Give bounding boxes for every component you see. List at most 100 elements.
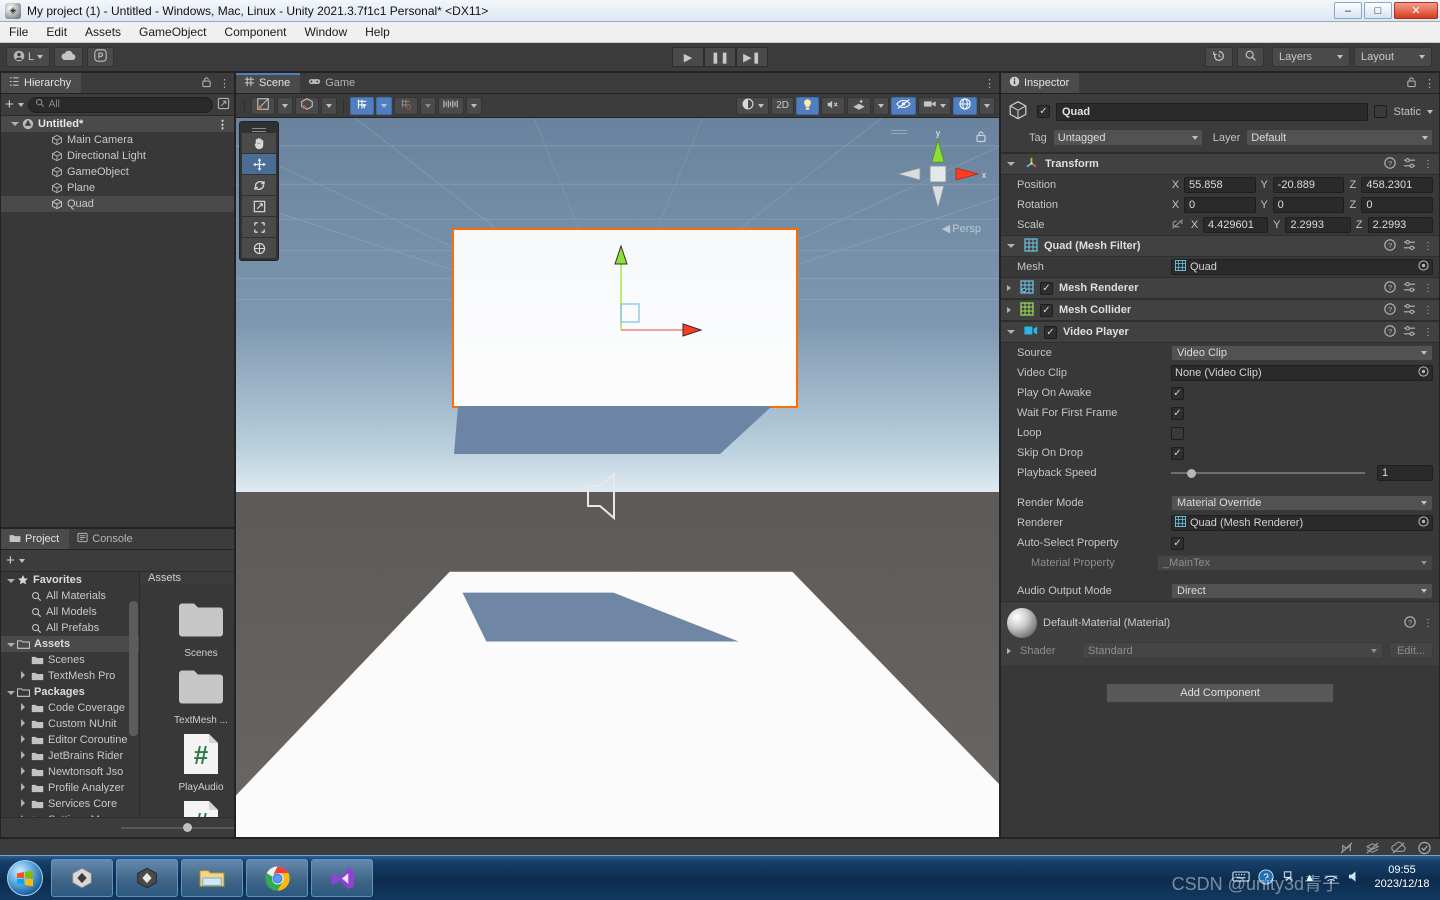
play-button[interactable]: ▶ (672, 47, 704, 67)
project-tree-item[interactable]: JetBrains Rider (1, 748, 139, 764)
gizmo-drag-handle[interactable] (891, 130, 907, 131)
gizmo-persp-label[interactable]: ◀ Persp (942, 222, 981, 235)
menu-item-file[interactable]: File (0, 23, 37, 41)
account-button[interactable]: L (6, 47, 51, 67)
taskbar-file-explorer[interactable] (181, 859, 243, 897)
taskbar-unity-editor[interactable] (116, 859, 178, 897)
taskbar-clock[interactable]: 09:55 2023/12/18 (1370, 864, 1434, 892)
gizmos-button[interactable] (953, 96, 977, 115)
constrain-proportions-off-icon[interactable] (1171, 218, 1184, 233)
chevron-down-icon[interactable] (18, 558, 25, 563)
mesh-collider-enabled-checkbox[interactable]: ✓ (1040, 303, 1053, 317)
hidden-objects-button[interactable] (891, 96, 916, 115)
tools-drag-handle[interactable] (242, 124, 276, 132)
component-header-video-player[interactable]: ✓ Video Player ? ⋮ (1001, 321, 1439, 343)
gizmo-lock-icon[interactable] (975, 130, 987, 146)
preset-icon[interactable] (1403, 281, 1416, 296)
shading-mode-button[interactable] (295, 96, 319, 115)
tab-console[interactable]: Console (69, 529, 142, 549)
ruler-button[interactable] (438, 96, 464, 115)
kebab-menu-icon[interactable]: ⋮ (219, 77, 230, 90)
menu-item-window[interactable]: Window (295, 23, 356, 41)
kebab-menu-icon[interactable]: ⋮ (984, 77, 995, 90)
kebab-menu-icon[interactable]: ⋮ (1424, 77, 1435, 90)
chevron-down-icon[interactable] (7, 574, 17, 586)
chevron-down-icon[interactable] (1007, 244, 1015, 248)
wait-first-frame-checkbox[interactable]: ✓ (1171, 406, 1184, 420)
chevron-right-icon[interactable] (21, 702, 31, 714)
scene-camera-button[interactable] (918, 96, 951, 115)
position-x-input[interactable]: 55.858 (1184, 177, 1256, 193)
component-actions[interactable]: ? ⋮ (1384, 280, 1433, 296)
skip-on-drop-checkbox[interactable]: ✓ (1171, 446, 1184, 460)
object-picker-icon[interactable] (1418, 516, 1429, 530)
chevron-right-icon[interactable] (21, 782, 31, 794)
scale-tool-button[interactable] (242, 196, 276, 216)
component-header-mesh-collider[interactable]: ✓ Mesh Collider ? ⋮ (1001, 299, 1439, 321)
close-button[interactable]: ✕ (1394, 2, 1438, 19)
grid-dropdown[interactable] (376, 96, 392, 115)
transform-tool-button[interactable] (242, 238, 276, 258)
gizmos-dropdown[interactable] (979, 96, 995, 115)
edit-shader-button[interactable]: Edit... (1389, 642, 1433, 659)
chevron-right-icon[interactable] (21, 750, 31, 762)
taskbar-unity-hub[interactable] (51, 859, 113, 897)
draw-mode-dropdown[interactable] (277, 96, 293, 115)
layout-dropdown[interactable]: Layout (1354, 47, 1432, 67)
scale-x-input[interactable]: 4.429601 (1203, 217, 1269, 233)
layers-dropdown[interactable]: Layers (1272, 47, 1350, 67)
tab-project[interactable]: Project (1, 529, 70, 549)
video-source-dropdown[interactable]: Video Clip (1171, 345, 1433, 361)
tab-scene[interactable]: Scene (236, 73, 301, 93)
rotation-y-input[interactable]: 0 (1272, 197, 1345, 213)
component-actions[interactable]: ? ⋮ (1384, 238, 1433, 254)
scene-lighting-toggle-button[interactable] (736, 96, 770, 115)
asset-zoom-slider[interactable] (121, 822, 234, 832)
renderer-object-field[interactable]: Quad (Mesh Renderer) (1171, 515, 1433, 531)
static-checkbox[interactable]: ✓ (1374, 105, 1388, 118)
project-tree-item[interactable]: Assets (1, 636, 139, 652)
preset-icon[interactable] (1403, 303, 1416, 318)
object-picker-icon[interactable] (1418, 260, 1429, 274)
grid-visibility-button[interactable] (350, 96, 374, 115)
component-actions[interactable]: ? ⋮ (1384, 156, 1433, 172)
help-icon[interactable]: ? (1384, 280, 1396, 296)
project-tree-item[interactable]: Custom NUnit (1, 716, 139, 732)
chevron-down-icon[interactable] (17, 102, 24, 107)
project-tree-item[interactable]: All Models (1, 604, 139, 620)
project-add-button[interactable]: + (6, 553, 15, 568)
scene-lighting-button[interactable] (796, 96, 819, 115)
show-hidden-icons-icon[interactable]: ▲ (1304, 872, 1315, 884)
project-tree-item[interactable]: All Prefabs (1, 620, 139, 636)
help-icon[interactable]: ? (1258, 868, 1274, 888)
audio-output-mode-dropdown[interactable]: Direct (1171, 583, 1433, 599)
scene-fx-button[interactable] (847, 96, 871, 115)
project-tree-item[interactable]: Packages (1, 684, 139, 700)
play-controls[interactable]: ▶ ❚❚ ▶❚ (672, 47, 768, 67)
move-tool-button[interactable] (242, 154, 276, 174)
minimize-button[interactable]: – (1334, 2, 1362, 19)
auto-select-property-checkbox[interactable]: ✓ (1171, 536, 1184, 550)
slider-knob[interactable] (183, 822, 193, 832)
kebab-menu-icon[interactable]: ⋮ (1423, 305, 1433, 316)
asset-item[interactable]: #PlayVideo (168, 799, 234, 817)
object-name-input[interactable]: Quad (1056, 102, 1369, 121)
kebab-menu-icon[interactable]: ⋮ (1423, 327, 1433, 338)
video-player-enabled-checkbox[interactable]: ✓ (1044, 325, 1057, 339)
hierarchy-search-input[interactable]: All (27, 96, 213, 113)
chevron-right-icon[interactable] (1007, 647, 1011, 654)
chevron-right-icon[interactable] (21, 766, 31, 778)
project-tree-item[interactable]: Newtonsoft Jso (1, 764, 139, 780)
move-gizmo[interactable] (591, 238, 721, 338)
taskbar-visual-studio[interactable] (311, 859, 373, 897)
snap-increment-button[interactable] (394, 96, 418, 115)
help-icon[interactable]: ? (1384, 324, 1396, 340)
slider-knob[interactable] (1187, 468, 1197, 478)
start-button[interactable] (2, 858, 48, 898)
project-tree-item[interactable]: Scenes (1, 652, 139, 668)
scene-audio-button[interactable] (821, 96, 845, 115)
kebab-menu-icon[interactable]: ⋮ (1423, 159, 1433, 170)
shader-dropdown[interactable]: Standard (1082, 642, 1383, 659)
pause-button[interactable]: ❚❚ (704, 47, 736, 67)
network-icon[interactable] (1323, 870, 1339, 887)
